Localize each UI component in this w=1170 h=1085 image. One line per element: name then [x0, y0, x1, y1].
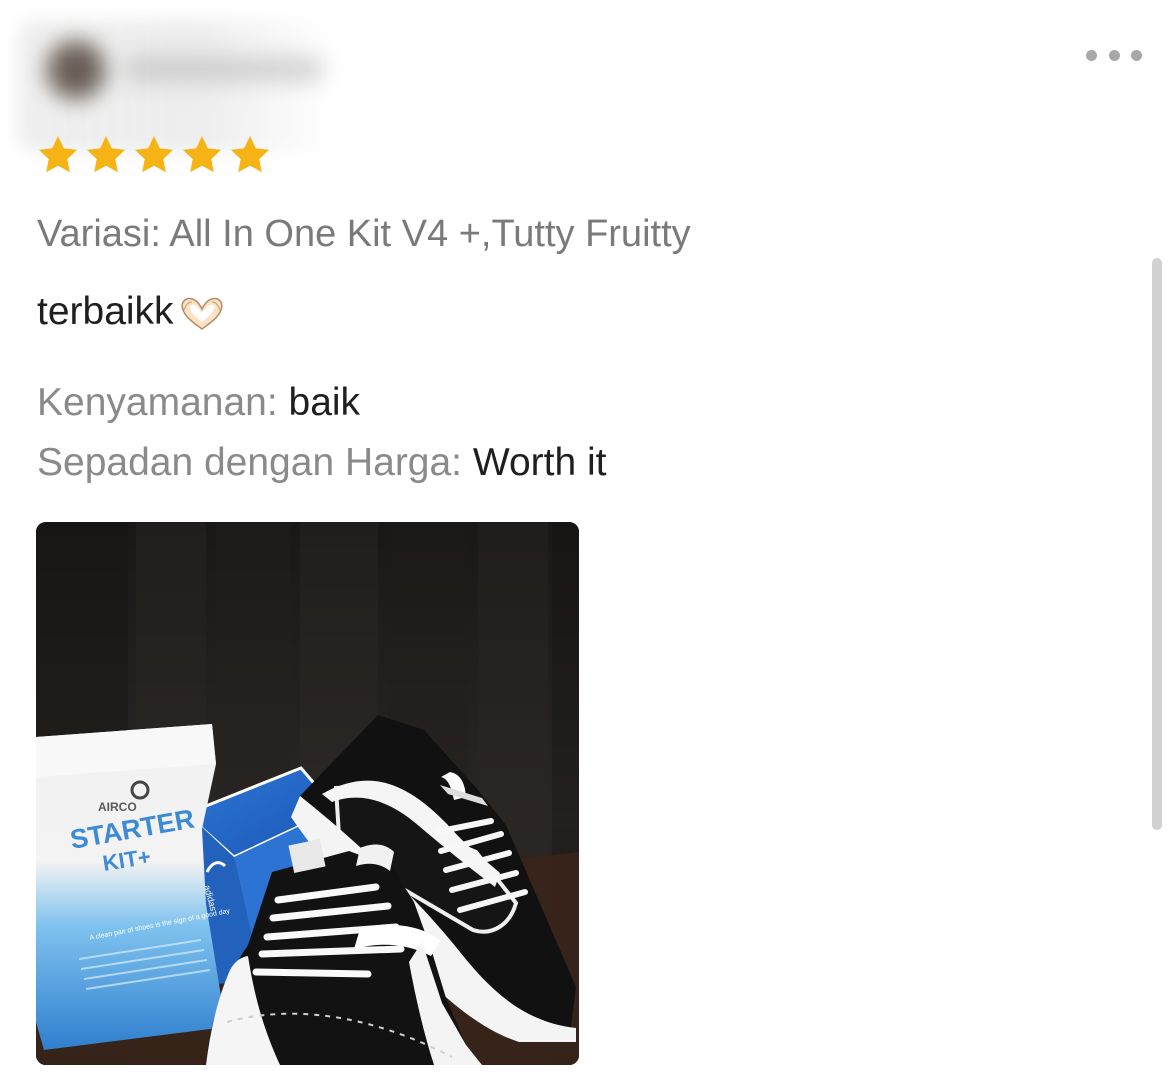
attribute-value-for-money: Sepadan dengan Harga: Worth it: [37, 433, 607, 493]
cleaning-kit-bag: AIRCO STARTER KIT+ A clean pair of shoes…: [36, 724, 231, 1050]
heart-hands-icon: [176, 293, 228, 331]
star-icon: [180, 134, 224, 174]
review-photo[interactable]: adidas AIRCO STARTER KIT+ A clean pair o…: [36, 522, 579, 1065]
variation-label: Variasi: All In One Kit V4 +,Tutty Fruit…: [37, 213, 691, 255]
attribute-comfort: Kenyamanan: baik: [37, 373, 607, 433]
blurred-reviewer-avatar: [18, 20, 348, 152]
attribute-key: Sepadan dengan Harga:: [37, 441, 463, 484]
star-rating: [36, 134, 272, 182]
more-options-button[interactable]: [1086, 42, 1142, 68]
attribute-value: Worth it: [472, 441, 607, 484]
attribute-key: Kenyamanan:: [37, 381, 278, 424]
star-icon: [36, 134, 80, 174]
review-comment: terbaikk: [37, 289, 228, 335]
review-attributes: Kenyamanan: baik Sepadan dengan Harga: W…: [37, 373, 607, 493]
star-icon: [228, 134, 272, 174]
vertical-scrollbar[interactable]: [1152, 258, 1162, 830]
more-dots-icon: [1086, 49, 1097, 61]
more-dots-icon: [1131, 49, 1142, 61]
more-dots-icon: [1108, 49, 1120, 61]
star-icon: [132, 134, 176, 174]
bag-logo: AIRCO: [98, 800, 137, 814]
star-icon: [84, 134, 128, 174]
attribute-value: baik: [288, 381, 361, 424]
blurred-reviewer-name: [123, 56, 323, 82]
review-comment-text: terbaikk: [37, 290, 174, 333]
